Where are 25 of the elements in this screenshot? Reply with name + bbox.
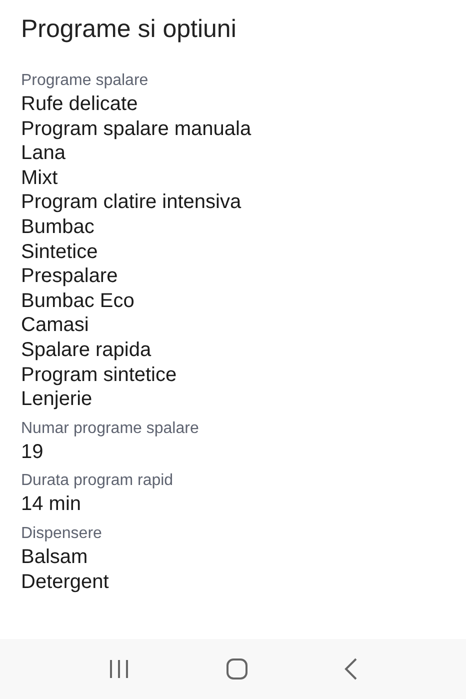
page-title: Programe si optiuni [21, 14, 238, 45]
section-value: 14 min [21, 492, 82, 517]
home-icon[interactable] [226, 658, 248, 680]
section-value: Lenjerie [21, 387, 94, 412]
back-icon[interactable] [344, 658, 358, 680]
section-value: Program sintetice [21, 362, 178, 388]
section-value: Sintetice [21, 240, 99, 264]
recent-apps-icon[interactable] [108, 659, 130, 679]
section-value: Bumbac Eco [21, 288, 136, 314]
section-value: Lana [21, 141, 66, 166]
section-value: Prespalare [21, 264, 119, 289]
section-value: Bumbac [21, 214, 96, 240]
section-value: Program spalare manuala [21, 116, 252, 142]
section-label: Numar programe spalare [21, 418, 200, 439]
section-value: 19 [21, 440, 44, 464]
section-value: Mixt [21, 166, 59, 190]
section-value: Program clatire intensiva [21, 190, 242, 215]
section-value: Rufe delicate [21, 92, 139, 117]
section-label: Durata program rapid [21, 471, 174, 492]
section-label: Dispensere [21, 524, 103, 544]
section-value: Camasi [21, 313, 90, 338]
section-label: Programe spalare [21, 71, 150, 91]
section-value: Detergent [21, 570, 110, 594]
section-value: Balsam [21, 544, 89, 570]
section-value: Spalare rapida [21, 338, 152, 363]
